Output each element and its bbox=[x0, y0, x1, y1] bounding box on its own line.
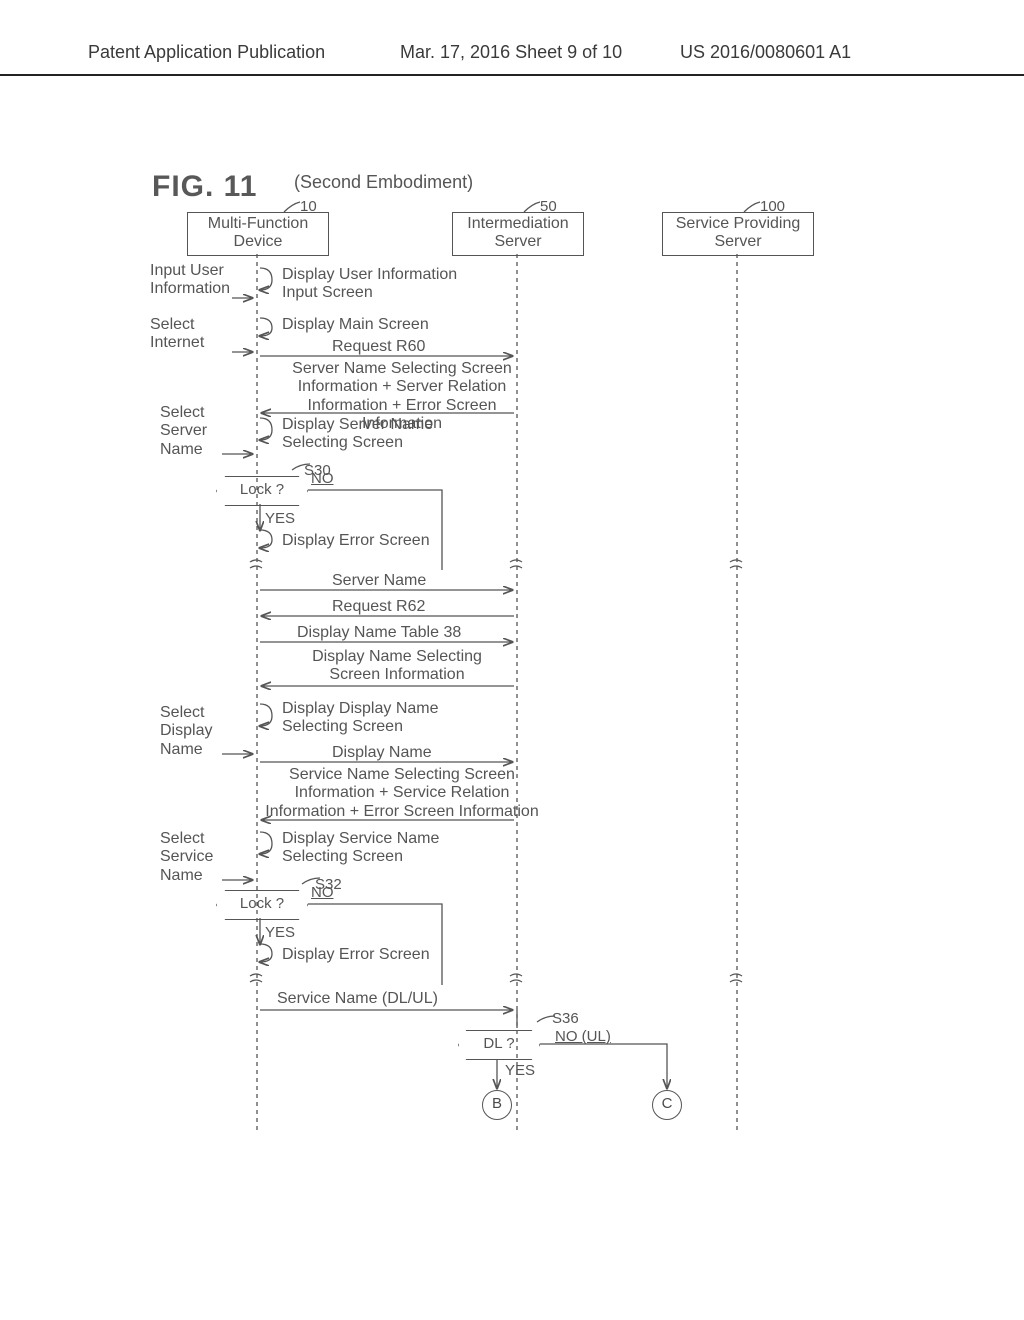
header-pub-number: US 2016/0080601 A1 bbox=[680, 42, 851, 63]
header-publication: Patent Application Publication bbox=[88, 42, 325, 63]
sequence-diagram-svg bbox=[152, 170, 872, 1230]
header-date-sheet: Mar. 17, 2016 Sheet 9 of 10 bbox=[400, 42, 622, 63]
figure-11: FIG. 11 (Second Embodiment) 10 50 100 Mu… bbox=[152, 170, 872, 1230]
page-header: Patent Application Publication Mar. 17, … bbox=[0, 34, 1024, 76]
